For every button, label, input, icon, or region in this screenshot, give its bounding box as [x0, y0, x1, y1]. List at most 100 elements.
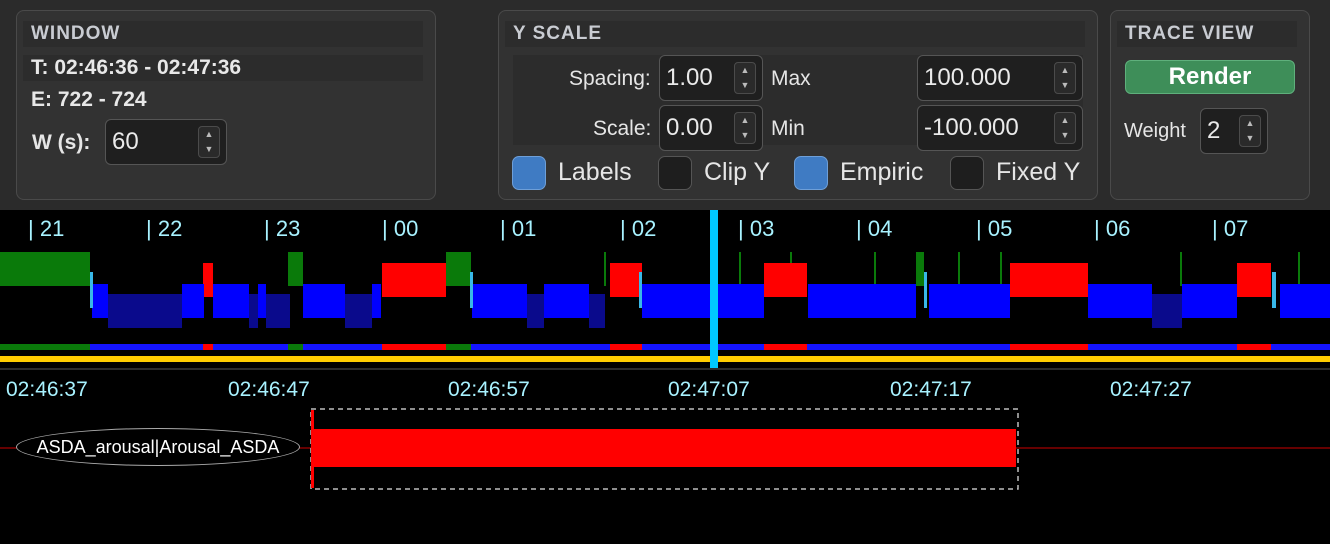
scale-label: Scale: — [593, 117, 652, 140]
clip-y-checkbox[interactable] — [658, 156, 692, 190]
window-panel-title: WINDOW — [23, 21, 423, 47]
n1-segment — [372, 284, 381, 318]
n1-segment — [92, 284, 108, 318]
min-stepper[interactable]: ▲ ▼ — [1054, 112, 1076, 144]
hypnogram-svg — [0, 210, 1330, 368]
wake-segment — [1000, 252, 1002, 286]
clip-y-checkbox-label[interactable]: Clip Y — [704, 158, 770, 187]
strip-segment — [288, 344, 303, 350]
strip-segment — [382, 344, 446, 350]
n1-segment — [1280, 284, 1330, 318]
max-spinbox[interactable]: 100.000 ▲ ▼ — [917, 55, 1083, 101]
rem-segment — [1010, 263, 1088, 297]
empiric-checkbox-label[interactable]: Empiric — [840, 158, 923, 187]
render-button[interactable]: Render — [1125, 60, 1295, 94]
strip-segment — [1010, 344, 1088, 350]
strip-segment — [610, 344, 642, 350]
width-label: W (s): — [32, 131, 91, 154]
wake-segment — [288, 252, 303, 286]
scale-value: 0.00 — [666, 114, 713, 141]
n1-segment — [642, 284, 764, 318]
chevron-down-icon[interactable]: ▼ — [735, 128, 755, 143]
labels-checkbox[interactable] — [512, 156, 546, 190]
n1-segment — [258, 284, 266, 318]
wake-segments — [0, 252, 1300, 286]
max-value: 100.000 — [924, 64, 1011, 91]
n1-segment — [1182, 284, 1237, 318]
weight-stepper[interactable]: ▲ ▼ — [1239, 115, 1261, 147]
rem-segment — [382, 263, 446, 297]
min-value: -100.000 — [924, 114, 1019, 141]
n1-segment — [472, 284, 527, 318]
transition-marker — [90, 272, 93, 308]
fixed-y-checkbox[interactable] — [950, 156, 984, 190]
chevron-up-icon[interactable]: ▲ — [199, 127, 219, 142]
n1-segment — [1088, 284, 1152, 318]
strip-segment — [0, 344, 1330, 350]
width-stepper[interactable]: ▲ ▼ — [198, 126, 220, 158]
chevron-down-icon[interactable]: ▼ — [199, 142, 219, 157]
chevron-down-icon[interactable]: ▼ — [1055, 128, 1075, 143]
rem-segment — [1237, 263, 1271, 297]
y-scale-title: Y SCALE — [505, 21, 1085, 47]
strip-segment — [1237, 344, 1271, 350]
hypnogram-overview[interactable]: | 21 | 22 | 23 | 00 | 01 | 02 | 03 | 04 … — [0, 210, 1330, 368]
wake-segment — [446, 252, 471, 286]
n1-segment — [182, 284, 204, 318]
n2-segment — [266, 294, 290, 328]
epoch-range-text: E: 722 - 724 — [31, 88, 147, 111]
chevron-down-icon[interactable]: ▼ — [1055, 78, 1075, 93]
scale-stepper[interactable]: ▲ ▼ — [734, 112, 756, 144]
spacing-spinbox[interactable]: 1.00 ▲ ▼ — [659, 55, 763, 101]
event-start-marker — [311, 410, 314, 488]
wake-segment — [916, 252, 924, 286]
strip-segment — [203, 344, 213, 350]
wake-segment — [0, 252, 90, 286]
n1-segment — [808, 284, 916, 318]
chevron-up-icon[interactable]: ▲ — [1055, 113, 1075, 128]
scale-spinbox[interactable]: 0.00 ▲ ▼ — [659, 105, 763, 151]
transition-marker — [470, 272, 473, 308]
weight-spinbox[interactable]: 2 ▲ ▼ — [1200, 108, 1268, 154]
transition-marker — [924, 272, 927, 308]
spacing-stepper[interactable]: ▲ ▼ — [734, 62, 756, 94]
chevron-up-icon[interactable]: ▲ — [1240, 116, 1260, 131]
labels-checkbox-label[interactable]: Labels — [558, 158, 632, 187]
spacing-label: Spacing: — [569, 67, 651, 90]
current-position-cursor — [710, 210, 718, 368]
wake-segment — [604, 252, 606, 286]
trace-channel-label[interactable]: ASDA_arousal|Arousal_ASDA — [16, 428, 300, 466]
window-panel: WINDOW T: 02:46:36 - 02:47:36 E: 722 - 7… — [16, 10, 436, 200]
max-label: Max — [771, 67, 811, 90]
n1-segment — [544, 284, 589, 318]
time-range-text: T: 02:46:36 - 02:47:36 — [23, 55, 423, 81]
empiric-checkbox[interactable] — [794, 156, 828, 190]
rem-segment — [610, 263, 642, 297]
rem-segment — [764, 263, 807, 297]
timeline-bar — [0, 356, 1330, 362]
weight-label: Weight — [1124, 120, 1186, 142]
spacing-value: 1.00 — [666, 64, 713, 91]
trace-view-panel: TRACE VIEW — [1110, 10, 1310, 200]
wake-segment — [1180, 252, 1182, 286]
n2-segment — [108, 294, 182, 328]
min-label: Min — [771, 117, 805, 140]
width-spinbox[interactable]: 60 ▲ ▼ — [105, 119, 227, 165]
max-stepper[interactable]: ▲ ▼ — [1054, 62, 1076, 94]
chevron-up-icon[interactable]: ▲ — [735, 63, 755, 78]
chevron-down-icon[interactable]: ▼ — [1240, 131, 1260, 146]
wake-segment — [739, 252, 741, 286]
min-spinbox[interactable]: -100.000 ▲ ▼ — [917, 105, 1083, 151]
chevron-up-icon[interactable]: ▲ — [735, 113, 755, 128]
n1-segment — [303, 284, 345, 318]
chevron-down-icon[interactable]: ▼ — [735, 78, 755, 93]
n2-segment — [345, 294, 372, 328]
arousal-event-bar — [314, 429, 1016, 467]
chevron-up-icon[interactable]: ▲ — [1055, 63, 1075, 78]
n1-segment — [213, 284, 249, 318]
fixed-y-checkbox-label[interactable]: Fixed Y — [996, 158, 1080, 187]
n2-segment — [249, 294, 258, 328]
wake-segment — [874, 252, 876, 286]
width-value: 60 — [112, 128, 139, 155]
rem-segment — [203, 263, 213, 297]
